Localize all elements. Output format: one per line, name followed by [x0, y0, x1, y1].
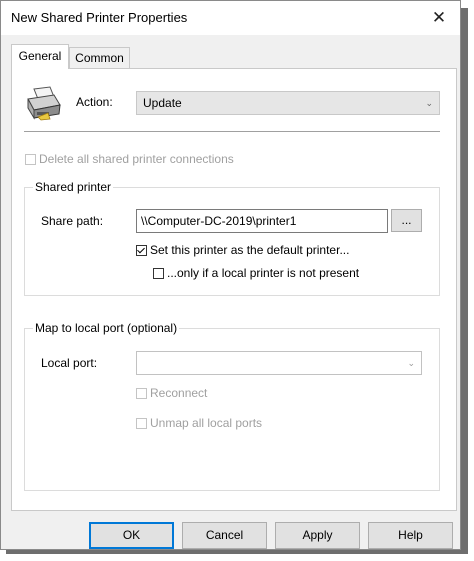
reconnect-label: Reconnect: [150, 386, 208, 400]
title-bar[interactable]: New Shared Printer Properties ✕: [1, 1, 460, 35]
general-tab-panel: Action: Update ⌄ Delete all shared print…: [11, 68, 457, 511]
delete-all-row: Delete all shared printer connections: [25, 152, 234, 166]
local-port-select[interactable]: ⌄: [136, 351, 422, 375]
only-if-checkbox[interactable]: [153, 267, 164, 279]
local-port-label: Local port:: [41, 356, 98, 370]
tab-general[interactable]: General: [11, 44, 69, 69]
set-default-checkbox[interactable]: [136, 244, 147, 256]
printer-icon: [27, 86, 61, 121]
set-default-row: Set this printer as the default printer.…: [136, 243, 349, 257]
only-if-row: ...only if a local printer is not presen…: [153, 266, 359, 280]
shared-printer-group: Shared printer Share path: \\Computer-DC…: [24, 180, 440, 296]
ok-button[interactable]: OK: [89, 522, 174, 549]
close-icon: ✕: [431, 8, 447, 27]
reconnect-row: Reconnect: [136, 386, 207, 400]
apply-button[interactable]: Apply: [275, 522, 360, 549]
browse-button[interactable]: ...: [391, 209, 422, 232]
close-button[interactable]: ✕: [426, 5, 452, 31]
shared-printer-legend: Shared printer: [33, 180, 114, 194]
separator: [24, 131, 440, 133]
chevron-down-icon: ⌄: [407, 358, 415, 368]
unmap-checkbox[interactable]: [136, 417, 147, 429]
share-path-label: Share path:: [41, 214, 104, 228]
unmap-row: Unmap all local ports: [136, 416, 262, 430]
dialog-window: New Shared Printer Properties ✕ General …: [0, 0, 461, 550]
window-title: New Shared Printer Properties: [11, 10, 188, 25]
only-if-label: ...only if a local printer is not presen…: [167, 266, 360, 280]
share-path-value: \\Computer-DC-2019\printer1: [141, 214, 297, 228]
reconnect-checkbox[interactable]: [136, 387, 147, 399]
chevron-down-icon: ⌄: [425, 98, 433, 108]
action-select-value: Update: [143, 96, 182, 110]
action-label: Action:: [76, 95, 113, 109]
tab-common[interactable]: Common: [69, 47, 130, 69]
set-default-label: Set this printer as the default printer.…: [150, 243, 350, 257]
share-path-input[interactable]: \\Computer-DC-2019\printer1: [136, 209, 388, 233]
help-button[interactable]: Help: [368, 522, 453, 549]
action-select[interactable]: Update ⌄: [136, 91, 440, 115]
delete-all-label: Delete all shared printer connections: [39, 152, 234, 166]
map-local-port-group: Map to local port (optional) Local port:…: [24, 321, 440, 491]
map-local-port-legend: Map to local port (optional): [33, 321, 180, 335]
cancel-button[interactable]: Cancel: [182, 522, 267, 549]
delete-all-checkbox[interactable]: [25, 153, 36, 165]
unmap-label: Unmap all local ports: [150, 416, 263, 430]
